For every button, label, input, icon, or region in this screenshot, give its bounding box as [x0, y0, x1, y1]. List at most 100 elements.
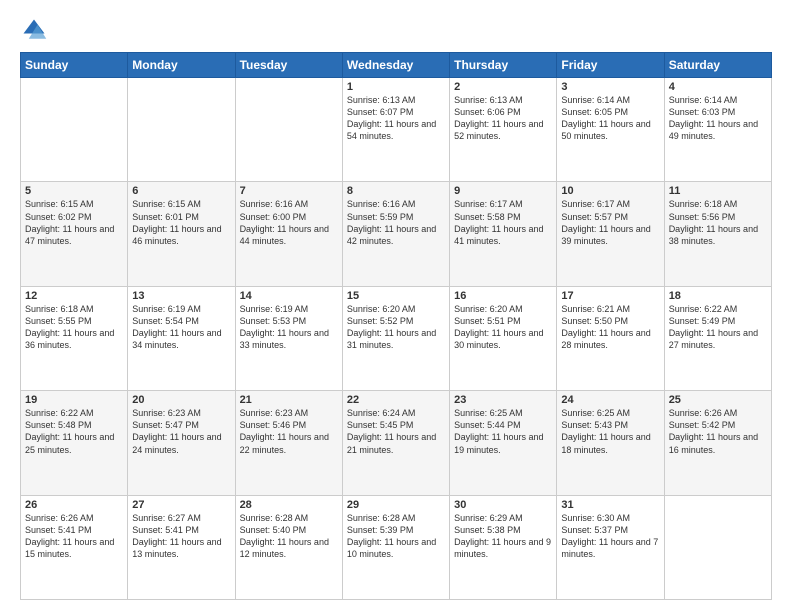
day-cell: 28Sunrise: 6:28 AMSunset: 5:40 PMDayligh… [235, 495, 342, 599]
day-info: Sunrise: 6:24 AMSunset: 5:45 PMDaylight:… [347, 407, 445, 456]
day-info: Sunrise: 6:22 AMSunset: 5:48 PMDaylight:… [25, 407, 123, 456]
day-number: 20 [132, 394, 230, 406]
page: SundayMondayTuesdayWednesdayThursdayFrid… [0, 0, 792, 612]
day-info: Sunrise: 6:18 AMSunset: 5:55 PMDaylight:… [25, 303, 123, 352]
day-number: 18 [669, 290, 767, 302]
day-info: Sunrise: 6:20 AMSunset: 5:51 PMDaylight:… [454, 303, 552, 352]
day-info: Sunrise: 6:30 AMSunset: 5:37 PMDaylight:… [561, 512, 659, 561]
col-header-tuesday: Tuesday [235, 53, 342, 78]
day-cell: 20Sunrise: 6:23 AMSunset: 5:47 PMDayligh… [128, 391, 235, 495]
day-info: Sunrise: 6:16 AMSunset: 6:00 PMDaylight:… [240, 198, 338, 247]
day-info: Sunrise: 6:25 AMSunset: 5:43 PMDaylight:… [561, 407, 659, 456]
day-cell [128, 78, 235, 182]
day-info: Sunrise: 6:29 AMSunset: 5:38 PMDaylight:… [454, 512, 552, 561]
day-number: 5 [25, 185, 123, 197]
calendar-table: SundayMondayTuesdayWednesdayThursdayFrid… [20, 52, 772, 600]
day-number: 4 [669, 81, 767, 93]
day-info: Sunrise: 6:21 AMSunset: 5:50 PMDaylight:… [561, 303, 659, 352]
day-number: 24 [561, 394, 659, 406]
day-number: 13 [132, 290, 230, 302]
day-cell: 1Sunrise: 6:13 AMSunset: 6:07 PMDaylight… [342, 78, 449, 182]
week-row-4: 19Sunrise: 6:22 AMSunset: 5:48 PMDayligh… [21, 391, 772, 495]
day-number: 26 [25, 499, 123, 511]
day-cell: 2Sunrise: 6:13 AMSunset: 6:06 PMDaylight… [450, 78, 557, 182]
day-cell: 29Sunrise: 6:28 AMSunset: 5:39 PMDayligh… [342, 495, 449, 599]
day-number: 28 [240, 499, 338, 511]
day-cell: 5Sunrise: 6:15 AMSunset: 6:02 PMDaylight… [21, 182, 128, 286]
day-cell: 15Sunrise: 6:20 AMSunset: 5:52 PMDayligh… [342, 286, 449, 390]
day-number: 29 [347, 499, 445, 511]
day-info: Sunrise: 6:15 AMSunset: 6:01 PMDaylight:… [132, 198, 230, 247]
day-cell [664, 495, 771, 599]
day-cell: 16Sunrise: 6:20 AMSunset: 5:51 PMDayligh… [450, 286, 557, 390]
day-number: 16 [454, 290, 552, 302]
day-info: Sunrise: 6:20 AMSunset: 5:52 PMDaylight:… [347, 303, 445, 352]
col-header-friday: Friday [557, 53, 664, 78]
col-header-monday: Monday [128, 53, 235, 78]
day-number: 21 [240, 394, 338, 406]
day-info: Sunrise: 6:25 AMSunset: 5:44 PMDaylight:… [454, 407, 552, 456]
day-cell [21, 78, 128, 182]
day-number: 1 [347, 81, 445, 93]
day-number: 30 [454, 499, 552, 511]
day-number: 8 [347, 185, 445, 197]
calendar-header-row: SundayMondayTuesdayWednesdayThursdayFrid… [21, 53, 772, 78]
day-number: 17 [561, 290, 659, 302]
day-info: Sunrise: 6:22 AMSunset: 5:49 PMDaylight:… [669, 303, 767, 352]
week-row-1: 1Sunrise: 6:13 AMSunset: 6:07 PMDaylight… [21, 78, 772, 182]
day-info: Sunrise: 6:19 AMSunset: 5:53 PMDaylight:… [240, 303, 338, 352]
day-number: 9 [454, 185, 552, 197]
day-number: 15 [347, 290, 445, 302]
day-cell: 10Sunrise: 6:17 AMSunset: 5:57 PMDayligh… [557, 182, 664, 286]
col-header-wednesday: Wednesday [342, 53, 449, 78]
day-number: 31 [561, 499, 659, 511]
day-number: 25 [669, 394, 767, 406]
day-info: Sunrise: 6:23 AMSunset: 5:47 PMDaylight:… [132, 407, 230, 456]
logo-icon [20, 16, 48, 44]
day-number: 6 [132, 185, 230, 197]
day-info: Sunrise: 6:13 AMSunset: 6:06 PMDaylight:… [454, 94, 552, 143]
day-info: Sunrise: 6:16 AMSunset: 5:59 PMDaylight:… [347, 198, 445, 247]
day-cell: 9Sunrise: 6:17 AMSunset: 5:58 PMDaylight… [450, 182, 557, 286]
day-info: Sunrise: 6:17 AMSunset: 5:57 PMDaylight:… [561, 198, 659, 247]
day-info: Sunrise: 6:23 AMSunset: 5:46 PMDaylight:… [240, 407, 338, 456]
day-cell: 27Sunrise: 6:27 AMSunset: 5:41 PMDayligh… [128, 495, 235, 599]
day-number: 7 [240, 185, 338, 197]
day-cell: 31Sunrise: 6:30 AMSunset: 5:37 PMDayligh… [557, 495, 664, 599]
day-info: Sunrise: 6:17 AMSunset: 5:58 PMDaylight:… [454, 198, 552, 247]
day-info: Sunrise: 6:19 AMSunset: 5:54 PMDaylight:… [132, 303, 230, 352]
day-number: 22 [347, 394, 445, 406]
day-cell: 4Sunrise: 6:14 AMSunset: 6:03 PMDaylight… [664, 78, 771, 182]
day-cell: 21Sunrise: 6:23 AMSunset: 5:46 PMDayligh… [235, 391, 342, 495]
day-number: 12 [25, 290, 123, 302]
day-cell: 19Sunrise: 6:22 AMSunset: 5:48 PMDayligh… [21, 391, 128, 495]
day-cell: 7Sunrise: 6:16 AMSunset: 6:00 PMDaylight… [235, 182, 342, 286]
day-info: Sunrise: 6:28 AMSunset: 5:39 PMDaylight:… [347, 512, 445, 561]
header [20, 16, 772, 44]
day-number: 19 [25, 394, 123, 406]
day-cell: 14Sunrise: 6:19 AMSunset: 5:53 PMDayligh… [235, 286, 342, 390]
day-cell: 3Sunrise: 6:14 AMSunset: 6:05 PMDaylight… [557, 78, 664, 182]
day-cell: 24Sunrise: 6:25 AMSunset: 5:43 PMDayligh… [557, 391, 664, 495]
day-cell: 8Sunrise: 6:16 AMSunset: 5:59 PMDaylight… [342, 182, 449, 286]
day-cell: 18Sunrise: 6:22 AMSunset: 5:49 PMDayligh… [664, 286, 771, 390]
day-info: Sunrise: 6:26 AMSunset: 5:41 PMDaylight:… [25, 512, 123, 561]
week-row-5: 26Sunrise: 6:26 AMSunset: 5:41 PMDayligh… [21, 495, 772, 599]
day-cell: 17Sunrise: 6:21 AMSunset: 5:50 PMDayligh… [557, 286, 664, 390]
day-cell: 11Sunrise: 6:18 AMSunset: 5:56 PMDayligh… [664, 182, 771, 286]
day-cell: 6Sunrise: 6:15 AMSunset: 6:01 PMDaylight… [128, 182, 235, 286]
day-info: Sunrise: 6:18 AMSunset: 5:56 PMDaylight:… [669, 198, 767, 247]
day-cell: 12Sunrise: 6:18 AMSunset: 5:55 PMDayligh… [21, 286, 128, 390]
week-row-3: 12Sunrise: 6:18 AMSunset: 5:55 PMDayligh… [21, 286, 772, 390]
day-number: 27 [132, 499, 230, 511]
day-cell: 30Sunrise: 6:29 AMSunset: 5:38 PMDayligh… [450, 495, 557, 599]
week-row-2: 5Sunrise: 6:15 AMSunset: 6:02 PMDaylight… [21, 182, 772, 286]
day-number: 14 [240, 290, 338, 302]
day-info: Sunrise: 6:14 AMSunset: 6:05 PMDaylight:… [561, 94, 659, 143]
day-number: 10 [561, 185, 659, 197]
col-header-saturday: Saturday [664, 53, 771, 78]
day-number: 11 [669, 185, 767, 197]
day-cell: 26Sunrise: 6:26 AMSunset: 5:41 PMDayligh… [21, 495, 128, 599]
col-header-thursday: Thursday [450, 53, 557, 78]
day-info: Sunrise: 6:15 AMSunset: 6:02 PMDaylight:… [25, 198, 123, 247]
